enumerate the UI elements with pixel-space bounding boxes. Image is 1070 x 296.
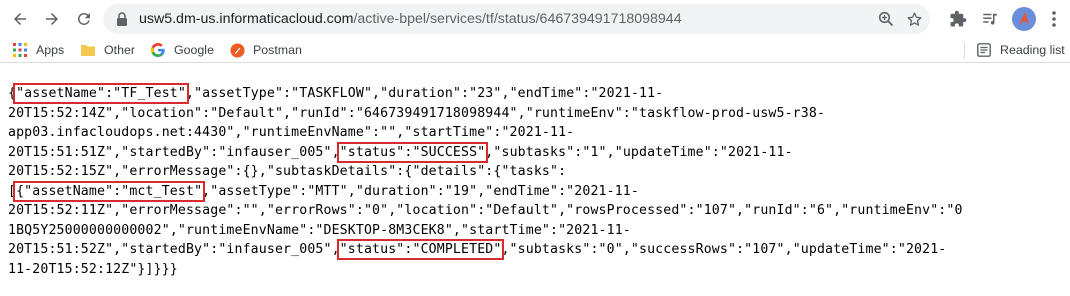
address-bar[interactable]: usw5.dm-us.informaticacloud.com/active-b… <box>103 4 930 34</box>
bookmark-label: Google <box>174 43 214 57</box>
url-text[interactable]: usw5.dm-us.informaticacloud.com/active-b… <box>139 4 682 34</box>
back-icon[interactable] <box>8 7 32 31</box>
bookmark-other[interactable]: Other <box>80 38 135 62</box>
bookmark-postman[interactable]: Postman <box>229 38 302 62</box>
json-text-segment: 20T15:52:15Z","errorMessage":{},"subtask… <box>8 164 567 179</box>
bookmark-label: Apps <box>36 43 65 57</box>
browser-toolbar: usw5.dm-us.informaticacloud.com/active-b… <box>0 0 1070 38</box>
profile-icon[interactable] <box>1012 7 1036 31</box>
json-text-segment: { <box>8 86 17 101</box>
json-response-text: {"assetName":"TF_Test","assetType":"TASK… <box>8 83 1062 280</box>
json-line: {"assetName":"TF_Test","assetType":"TASK… <box>8 83 1062 104</box>
json-line: app03.infacloudops.net:4430","runtimeEnv… <box>8 123 1062 143</box>
lock-icon[interactable] <box>115 11 129 32</box>
menu-icon[interactable] <box>1042 7 1066 31</box>
json-text-segment: 20T15:52:11Z","errorMessage":"","errorRo… <box>8 203 963 218</box>
json-text-segment: 1BQ5Y25000000000002","runtimeEnvName":"D… <box>8 222 631 238</box>
bookmark-google[interactable]: Google <box>150 38 214 62</box>
bookmark-separator <box>964 42 965 59</box>
apps-grid-icon <box>12 42 28 58</box>
postman-icon <box>229 42 245 58</box>
zoom-icon[interactable] <box>876 9 896 29</box>
json-line: 20T15:52:11Z","errorMessage":"","errorRo… <box>8 201 1062 221</box>
media-icon[interactable] <box>978 7 1002 31</box>
json-line: 1BQ5Y25000000000002","runtimeEnvName":"D… <box>8 221 1062 241</box>
json-line: 11-20T15:52:12Z"}]}}} <box>8 260 1062 280</box>
json-line: 20T15:51:52Z","startedBy":"infauser_005"… <box>8 239 1062 260</box>
url-path: /active-bpel/services/tf/status/64673949… <box>353 11 682 27</box>
reading-list-button[interactable]: Reading list <box>976 38 1065 62</box>
bookmark-label: Other <box>104 43 135 57</box>
json-text-segment: 20T15:51:52Z","startedBy":"infauser_005"… <box>8 242 340 257</box>
folder-icon <box>80 42 96 58</box>
highlighted-field: "assetName":"TF_Test" <box>13 83 189 104</box>
bookmarks-bar: Apps Other Google Postman Reading list <box>0 38 1070 63</box>
json-text-segment: ,"assetType":"MTT","duration":"19","endT… <box>202 183 639 199</box>
json-line: [{"assetName":"mct_Test","assetType":"MT… <box>8 180 1062 202</box>
highlighted-field: "status":"SUCCESS" <box>336 141 489 163</box>
json-line: 20T15:51:51Z","startedBy":"infauser_005"… <box>8 141 1062 163</box>
json-text-segment: 11-20T15:52:12Z"}]}}} <box>8 261 178 277</box>
json-line: 20T15:52:14Z","location":"Default","runI… <box>8 104 1062 124</box>
google-icon <box>150 42 166 58</box>
json-text-segment: ,"subtasks":"1","updateTime":"2021-11- <box>485 144 793 160</box>
json-text-segment: ,"assetType":"TASKFLOW","duration":"23",… <box>185 86 664 101</box>
star-icon[interactable] <box>904 9 924 29</box>
json-text-segment: ,"subtasks":"0","successRows":"107","upd… <box>501 242 947 257</box>
bookmark-label: Postman <box>253 43 302 57</box>
forward-icon[interactable] <box>40 7 64 31</box>
url-host: usw5.dm-us.informaticacloud.com <box>139 11 354 27</box>
highlighted-field: "status":"COMPLETED" <box>336 239 505 260</box>
reload-icon[interactable] <box>72 7 96 31</box>
json-text-segment: [ <box>8 183 17 199</box>
json-text-segment: 20T15:51:51Z","startedBy":"infauser_005"… <box>8 144 340 160</box>
highlighted-field: {"assetName":"mct_Test" <box>13 180 206 202</box>
extensions-icon[interactable] <box>946 7 970 31</box>
page-content: {"assetName":"TF_Test","assetType":"TASK… <box>0 64 1070 296</box>
json-line: 20T15:52:15Z","errorMessage":{},"subtask… <box>8 162 1062 182</box>
json-text-segment: app03.infacloudops.net:4430","runtimeEnv… <box>8 125 575 140</box>
reading-list-icon <box>976 42 992 58</box>
reading-list-label: Reading list <box>1000 43 1065 57</box>
bookmark-apps[interactable]: Apps <box>12 38 64 62</box>
json-text-segment: 20T15:52:14Z","location":"Default","runI… <box>8 105 826 121</box>
